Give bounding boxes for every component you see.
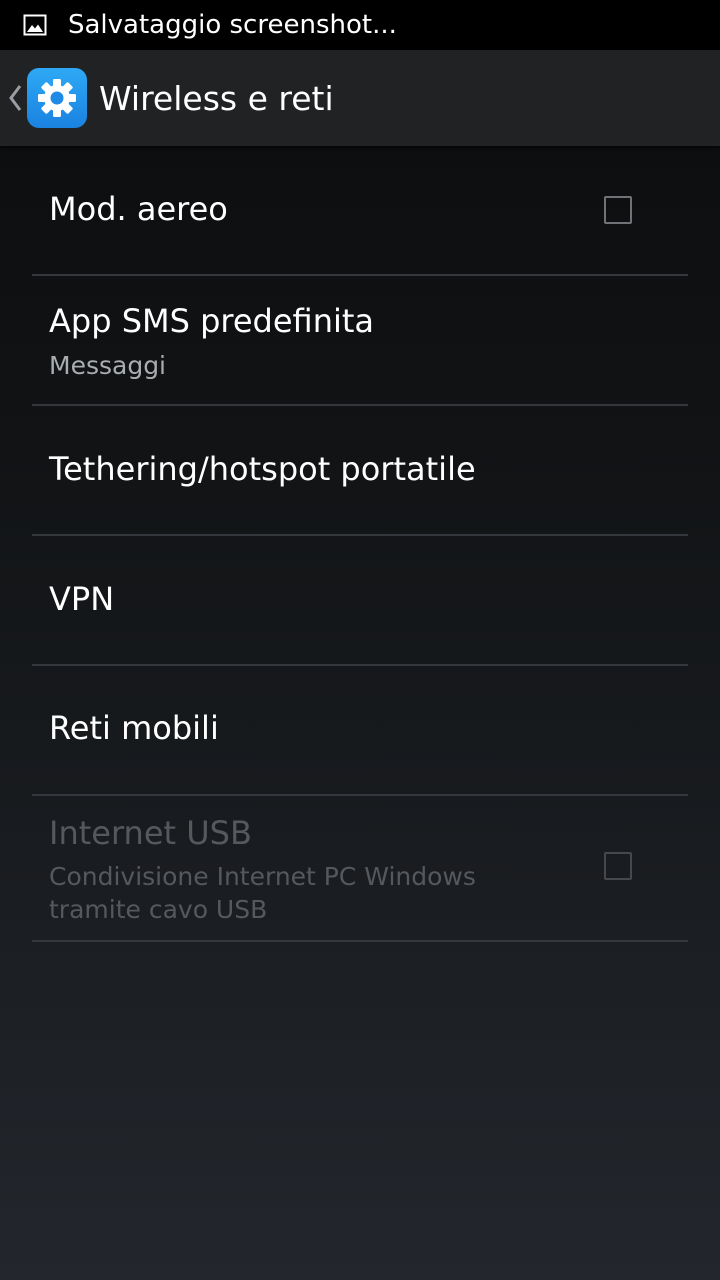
status-bar: Salvataggio screenshot... xyxy=(0,0,720,50)
airplane-mode-checkbox[interactable] xyxy=(604,196,632,224)
status-notification-text: Salvataggio screenshot... xyxy=(68,10,397,40)
settings-gear-icon[interactable] xyxy=(27,68,87,128)
list-item-title: VPN xyxy=(49,580,115,618)
image-icon xyxy=(23,14,47,36)
list-item-title: Tethering/hotspot portatile xyxy=(49,450,476,488)
usb-internet-checkbox xyxy=(604,852,632,880)
list-item-title: Mod. aereo xyxy=(49,190,228,228)
list-item-vpn[interactable]: VPN xyxy=(32,536,688,666)
settings-list: Mod. aereo App SMS predefinita Messaggi … xyxy=(32,146,688,942)
list-item-title: Reti mobili xyxy=(49,709,219,747)
list-item-title: Internet USB xyxy=(49,814,252,852)
list-item-default-sms-app[interactable]: App SMS predefinita Messaggi xyxy=(32,276,688,406)
list-item-tethering-hotspot[interactable]: Tethering/hotspot portatile xyxy=(32,406,688,536)
chevron-left-icon[interactable] xyxy=(8,83,22,113)
list-item-usb-internet: Internet USB Condivisione Internet PC Wi… xyxy=(32,796,688,942)
list-item-summary: Condivisione Internet PC Windows tramite… xyxy=(49,862,476,924)
page-title: Wireless e reti xyxy=(99,78,334,118)
list-item-summary: Messaggi xyxy=(49,351,167,380)
list-item-mobile-networks[interactable]: Reti mobili xyxy=(32,666,688,796)
list-item-airplane-mode[interactable]: Mod. aereo xyxy=(32,146,688,276)
list-item-title: App SMS predefinita xyxy=(49,302,375,340)
action-bar: Wireless e reti xyxy=(0,50,720,146)
